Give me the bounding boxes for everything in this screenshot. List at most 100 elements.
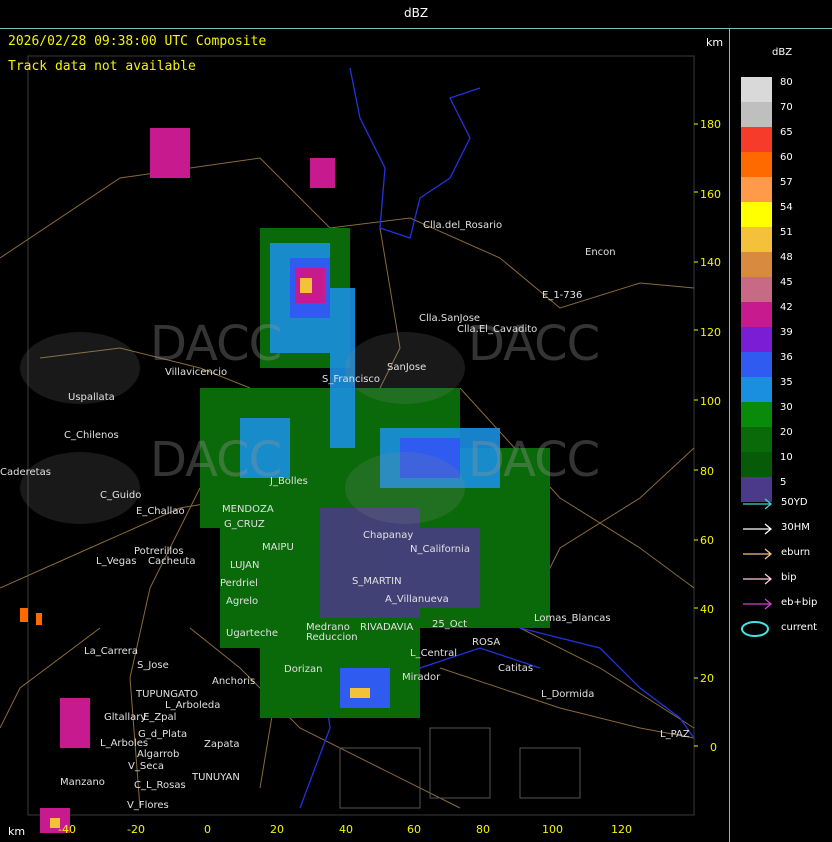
current-ellipse-icon [741, 621, 769, 637]
arrow-icon [743, 498, 773, 510]
track-legend-item: 30HM [741, 521, 831, 537]
place-label: L_Dormida [541, 689, 595, 700]
legend-swatch [741, 252, 772, 277]
legend-value: 35 [780, 377, 793, 388]
track-legend-item: current [741, 621, 831, 637]
legend-swatch [741, 77, 772, 102]
place-label: Lomas_Blancas [534, 613, 611, 624]
track-legend-item: eb+bip [741, 596, 831, 612]
fields-layer [339, 727, 581, 809]
track-legend-item: 50YD [741, 496, 831, 512]
place-label: A_Villanueva [385, 594, 449, 605]
legend-swatch [741, 227, 772, 252]
place-label: Manzano [60, 777, 105, 788]
window-title: dBZ [404, 6, 429, 20]
place-label: V_Seca [128, 761, 164, 772]
place-label: Caderetas [0, 467, 51, 478]
place-label: Algarrob [137, 749, 180, 760]
place-label: Reduccion [306, 632, 358, 643]
y-tick: 140 [700, 256, 721, 269]
legend-value: 5 [780, 477, 787, 488]
legend-value: 48 [780, 252, 793, 263]
y-tick: 40 [700, 603, 714, 616]
y-tick: 60 [700, 534, 714, 547]
timestamp-label: 2026/02/28 09:38:00 UTC Composite [8, 34, 267, 49]
place-label: MAIPU [262, 542, 294, 553]
place-label: Uspallata [68, 392, 115, 403]
track-legend-item: eburn [741, 546, 831, 562]
place-label: G_CRUZ [224, 519, 265, 530]
km-label-bottom: km [8, 825, 26, 838]
x-tick: 120 [611, 823, 632, 836]
place-label: Dorizan [284, 664, 323, 675]
legend-value: 51 [780, 227, 793, 238]
legend-swatch [741, 352, 772, 377]
x-tick: 100 [542, 823, 563, 836]
track-legend-label: 30HM [781, 522, 810, 533]
place-label: Agrelo [226, 596, 259, 607]
track-legend-label: bip [781, 572, 797, 583]
track-legend-label: 50YD [781, 497, 808, 508]
place-label: MENDOZA [222, 504, 274, 515]
place-label: LUJAN [230, 560, 260, 571]
place-label: L_Central [410, 648, 457, 659]
x-tick: 80 [476, 823, 490, 836]
place-label: Gltallary [104, 712, 147, 723]
arrow-icon [743, 523, 773, 535]
legend-value: 70 [780, 102, 793, 113]
place-label: Ugarteche [226, 628, 278, 639]
place-label: L_Vegas [96, 556, 137, 567]
place-label: Anchoris [212, 676, 256, 687]
legend-swatch [741, 152, 772, 177]
km-label-top: km [706, 36, 724, 49]
place-label: RIVADAVIA [360, 622, 414, 633]
title-bar: dBZ [0, 0, 832, 29]
panel-divider [729, 28, 730, 842]
watermark-text: DACC [468, 432, 600, 488]
place-label: C_L_Rosas [134, 780, 186, 791]
legend-value: 60 [780, 152, 793, 163]
place-label: C_Guido [100, 490, 142, 501]
track-legend-item: bip [741, 571, 831, 587]
place-label: 25_Oct [432, 619, 468, 630]
place-label: Chapanay [363, 530, 414, 541]
y-tick: 120 [700, 326, 721, 339]
legend-swatch [741, 102, 772, 127]
place-label: Medrano [306, 622, 350, 633]
legend-value: 65 [780, 127, 793, 138]
place-label: Villavicencio [165, 367, 228, 378]
arrow-icon [743, 548, 773, 560]
legend-title: dBZ [772, 47, 793, 58]
track-legend-label: eburn [781, 547, 811, 558]
place-label: Clla.El_Cavadito [457, 324, 538, 335]
place-label: L_Arboles [100, 738, 149, 749]
legend-swatch [741, 127, 772, 152]
place-label: E_Challao [136, 506, 185, 517]
legend-value: 10 [780, 452, 793, 463]
place-label: SanJose [387, 362, 427, 373]
y-tick: 180 [700, 118, 721, 131]
watermark-text: DACC [150, 432, 282, 488]
legend-value: 42 [780, 302, 793, 313]
place-label: S_Francisco [322, 374, 381, 385]
place-label: Catitas [498, 663, 534, 674]
legend-swatch [741, 452, 772, 477]
x-tick: 0 [204, 823, 211, 836]
place-label: ROSA [472, 637, 501, 648]
place-label: Perdriel [220, 578, 258, 589]
legend-swatch [741, 402, 772, 427]
track-legend-label: current [781, 622, 818, 633]
legend-swatch [741, 327, 772, 352]
legend-value: 36 [780, 352, 793, 363]
place-label: Zapata [204, 739, 240, 750]
place-label: S_Jose [137, 660, 169, 671]
place-label: E_1-736 [542, 290, 583, 301]
place-label: TUNUYAN [192, 772, 240, 783]
place-label: Cacheuta [148, 556, 196, 567]
place-label: V_Flores [127, 800, 169, 811]
legend-swatch [741, 377, 772, 402]
place-label: J_Bolles [270, 476, 308, 487]
place-label: Mirador [402, 672, 441, 683]
place-label: L_Arboleda [165, 700, 221, 711]
place-label: E_Zpal [143, 712, 177, 723]
